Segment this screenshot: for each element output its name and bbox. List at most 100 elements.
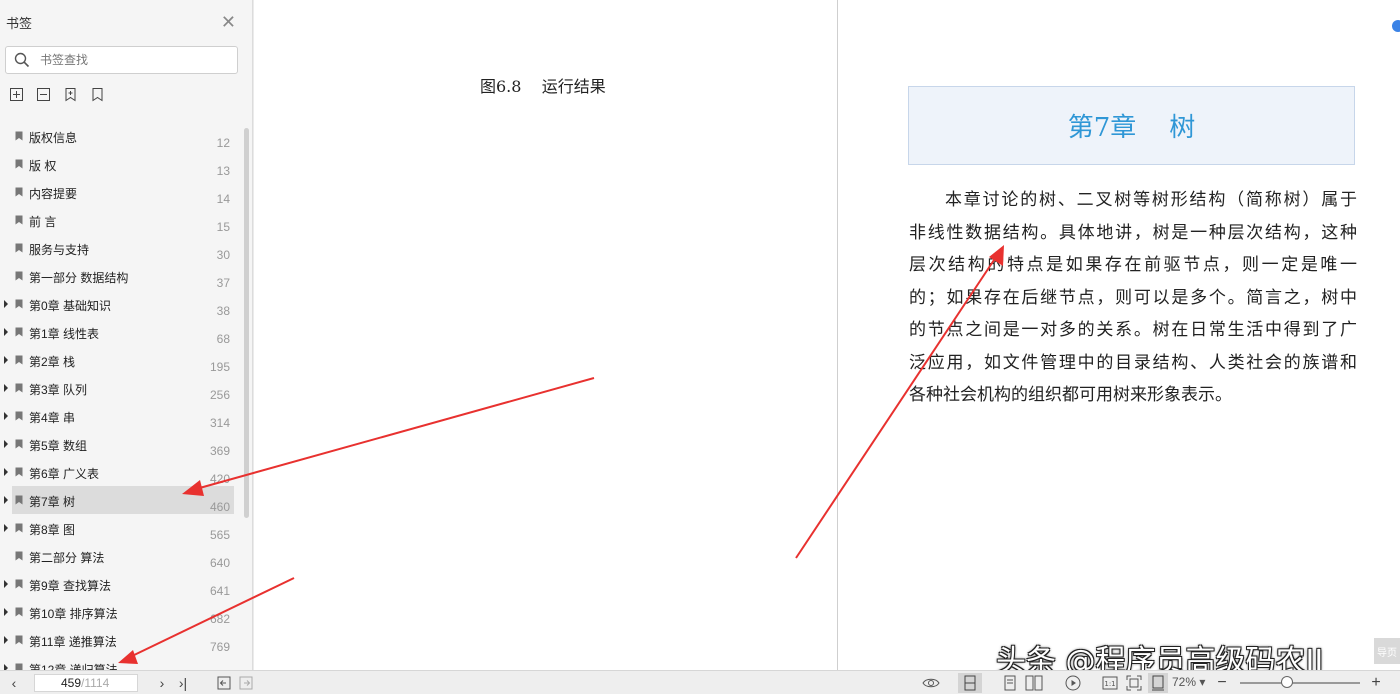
bookmark-item[interactable]: 第7章 树 460 — [4, 486, 234, 514]
paragraph-line: 的；如果存在后继节点，则可以是多个。简言之，树中 — [909, 287, 1357, 308]
forward-icon[interactable] — [238, 675, 254, 691]
bookmark-item[interactable]: 第0章 基础知识 38 — [0, 290, 244, 318]
bookmark-icon — [15, 523, 23, 533]
bookmark-sidebar: 书签 ✕ 版权信息12版 权13内容提要14前 言15服务与支持30第一部分 数… — [0, 0, 253, 670]
bookmark-icon — [15, 131, 23, 141]
pdf-reader-window: 书签 ✕ 版权信息12版 权13内容提要14前 言15服务与支持30第一部分 数… — [0, 0, 1400, 694]
single-page-icon[interactable] — [958, 673, 982, 693]
bookmark-item[interactable]: 第2章 栈 195 — [0, 346, 244, 374]
bookmark-item[interactable]: 服务与支持 30 — [0, 234, 244, 262]
add-bookmark-icon[interactable] — [62, 86, 79, 103]
side-tab[interactable]: 导页 — [1374, 638, 1400, 664]
bookmark-item[interactable]: 第4章 串 314 — [0, 402, 244, 430]
bookmark-label: 第5章 数组 — [29, 439, 88, 453]
collapse-all-icon[interactable] — [35, 86, 52, 103]
expand-arrow-icon[interactable] — [4, 608, 8, 616]
bookmark-item[interactable]: 第二部分 算法 640 — [0, 542, 244, 570]
bookmark-label: 第1章 线性表 — [29, 327, 100, 341]
bookmark-icon — [15, 635, 23, 645]
expand-arrow-icon[interactable] — [4, 580, 8, 588]
document-view: 图6.8 运行结果 第7章 树 本章讨论的树、二叉树等树形结构（简称树）属于 非… — [254, 0, 1400, 670]
bookmark-page-number: 769 — [209, 640, 230, 654]
bookmark-page-number: 369 — [209, 444, 230, 458]
eye-icon[interactable] — [922, 675, 940, 691]
bookmark-item[interactable]: 版 权 13 — [0, 150, 244, 178]
paragraph-line: 各种社会机构的组织都可用树来形象表示。 — [909, 385, 1232, 405]
next-page-icon[interactable]: › — [156, 675, 168, 691]
bookmark-page-number: 13 — [216, 164, 230, 178]
bookmark-page-number: 38 — [216, 304, 230, 318]
current-page: 459 — [61, 676, 82, 690]
last-page-icon[interactable]: ›| — [176, 675, 190, 691]
chapter-heading-box: 第7章 树 — [908, 86, 1355, 165]
play-icon[interactable] — [1064, 675, 1082, 691]
expand-arrow-icon[interactable] — [4, 440, 8, 448]
bookmark-search-input[interactable] — [40, 53, 220, 67]
svg-text:1:1: 1:1 — [1104, 680, 1115, 688]
close-icon[interactable]: ✕ — [221, 13, 236, 31]
bookmark-icon — [15, 467, 23, 477]
chapter-title: 第7章 树 — [1067, 113, 1196, 143]
zoom-slider-thumb[interactable] — [1281, 676, 1293, 688]
bookmark-label: 第二部分 算法 — [29, 551, 105, 565]
prev-page-icon[interactable]: ‹ — [8, 675, 20, 691]
chapter-paragraph: 本章讨论的树、二叉树等树形结构（简称树）属于 非线性数据结构。具体地讲，树是一种… — [909, 184, 1357, 412]
bookmark-page-number: 15 — [216, 220, 230, 234]
bookmark-toolbar — [0, 74, 252, 114]
expand-arrow-icon[interactable] — [4, 496, 8, 504]
expand-all-icon[interactable] — [8, 86, 25, 103]
expand-arrow-icon[interactable] — [4, 384, 8, 392]
actual-size-icon[interactable]: 1:1 — [1102, 675, 1118, 691]
bookmark-list: 版权信息 12 版 权 13 内容提要 14 前 言 15 服务与支持 30 第一部分 数据结构 37… — [0, 122, 244, 670]
bookmark-page-number: 195 — [209, 360, 230, 374]
bookmark-label: 第2章 栈 — [29, 355, 76, 369]
zoom-slider-track[interactable] — [1240, 682, 1360, 684]
bookmark-item[interactable]: 第3章 队列 256 — [0, 374, 244, 402]
expand-arrow-icon[interactable] — [4, 468, 8, 476]
expand-arrow-icon[interactable] — [4, 328, 8, 336]
sidebar-scrollbar[interactable] — [244, 128, 249, 518]
bookmark-item[interactable]: 第12章 递归算法 — [0, 654, 244, 670]
expand-arrow-icon[interactable] — [4, 412, 8, 420]
bookmark-page-number: 68 — [216, 332, 230, 346]
bookmark-item[interactable]: 第1章 线性表 68 — [0, 318, 244, 346]
fit-width-icon[interactable] — [1148, 673, 1168, 693]
bookmark-icon — [15, 355, 23, 365]
back-icon[interactable] — [216, 675, 232, 691]
fit-page-icon[interactable] — [1126, 675, 1142, 691]
expand-arrow-icon[interactable] — [4, 300, 8, 308]
bookmark-page-number: 641 — [209, 584, 230, 598]
expand-arrow-icon[interactable] — [4, 524, 8, 532]
continuous-page-icon[interactable] — [1003, 675, 1017, 691]
zoom-out-icon[interactable]: − — [1216, 674, 1228, 691]
bookmark-page-number: 420 — [209, 472, 230, 486]
bookmark-icon[interactable] — [89, 86, 106, 103]
bookmark-label: 版 权 — [29, 159, 57, 173]
bookmark-item[interactable]: 第5章 数组 369 — [0, 430, 244, 458]
bookmark-item[interactable]: 第10章 排序算法 682 — [0, 598, 244, 626]
bookmark-label: 第10章 排序算法 — [29, 607, 118, 621]
bookmark-item[interactable]: 前 言 15 — [0, 206, 244, 234]
bookmark-label: 第7章 树 — [29, 495, 76, 509]
bookmark-item[interactable]: 第11章 递推算法 769 — [0, 626, 244, 654]
bookmark-label: 第12章 递归算法 — [29, 663, 118, 670]
bookmark-item[interactable]: 第一部分 数据结构 37 — [0, 262, 244, 290]
page-number-input[interactable]: 459/1114 — [34, 674, 138, 692]
bookmark-item[interactable]: 内容提要 14 — [0, 178, 244, 206]
zoom-value: 72% — [1172, 675, 1197, 689]
expand-arrow-icon[interactable] — [4, 356, 8, 364]
double-page-icon[interactable] — [1024, 675, 1044, 691]
bookmark-item[interactable]: 第9章 查找算法 641 — [0, 570, 244, 598]
bookmark-item[interactable]: 版权信息 12 — [0, 122, 244, 150]
bookmark-search-box[interactable] — [5, 46, 238, 74]
zoom-in-icon[interactable]: + — [1370, 674, 1382, 691]
bookmark-item[interactable]: 第8章 图 565 — [0, 514, 244, 542]
zoom-level[interactable]: 72% ▾ — [1172, 675, 1205, 689]
notification-dot[interactable] — [1392, 20, 1400, 32]
bookmark-page-number: 14 — [216, 192, 230, 206]
bookmark-item[interactable]: 第6章 广义表 420 — [0, 458, 244, 486]
bookmark-label: 服务与支持 — [29, 243, 90, 257]
bookmark-icon — [15, 663, 23, 670]
expand-arrow-icon[interactable] — [4, 636, 8, 644]
bookmark-label: 第4章 串 — [29, 411, 76, 425]
